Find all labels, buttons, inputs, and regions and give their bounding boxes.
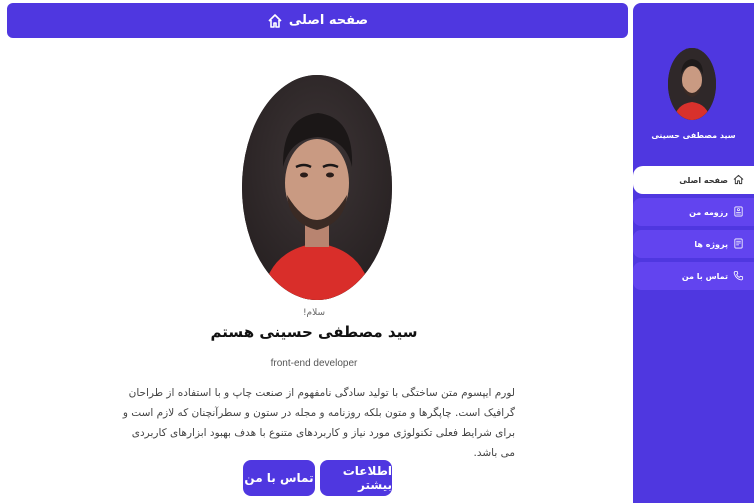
sidebar-name: سید مصطفی حسینی: [651, 131, 736, 140]
sidebar-item-resume[interactable]: رزومه من: [633, 198, 754, 226]
sidebar-item-projects[interactable]: پروژه ها: [633, 230, 754, 258]
home-icon: [267, 13, 283, 29]
avatar: [668, 48, 716, 120]
resume-icon: [733, 206, 744, 219]
header-title: صفحه اصلی: [288, 13, 369, 28]
sidebar-item-label: پروژه ها: [694, 239, 728, 249]
sidebar-item-contact[interactable]: تماس با من: [633, 262, 754, 290]
projects-icon: [733, 238, 744, 251]
phone-icon: [733, 270, 744, 283]
home-icon: [733, 174, 744, 187]
sidebar: سید مصطفی حسینی صفحه اصلی رزومه من پروژه…: [633, 3, 754, 503]
more-info-button[interactable]: اطلاعات بیشتر: [320, 460, 392, 496]
profile-photo: [242, 75, 392, 300]
greeting-text: سلام!: [302, 308, 326, 318]
sidebar-item-label: رزومه من: [689, 207, 728, 217]
sidebar-item-label: صفحه اصلی: [679, 175, 728, 185]
sidebar-item-label: تماس با من: [681, 271, 728, 281]
page-title: سید مصطفی حسینی هستم: [210, 323, 418, 341]
contact-button[interactable]: تماس با من: [243, 460, 315, 496]
sidebar-item-home[interactable]: صفحه اصلی: [633, 166, 754, 194]
role-text: front-end developer: [270, 358, 358, 369]
header-bar: صفحه اصلی: [7, 3, 628, 38]
description-text: لورم ایپسوم متن ساختگی با تولید سادگی نا…: [122, 387, 515, 459]
